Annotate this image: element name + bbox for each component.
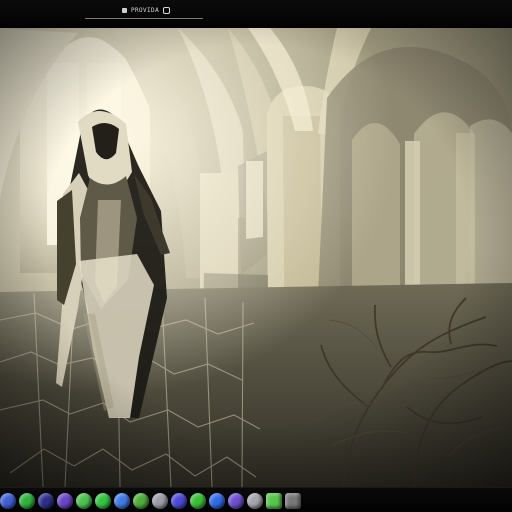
- blue-drop-icon[interactable]: [114, 493, 130, 509]
- gray-orb-icon[interactable]: [152, 493, 168, 509]
- lime-orb-icon[interactable]: [95, 493, 111, 509]
- green-leaf-icon[interactable]: [133, 493, 149, 509]
- blue-orb-icon[interactable]: [0, 493, 16, 509]
- dark-gray-icon[interactable]: [285, 493, 301, 509]
- window-titlebar[interactable]: PROVIDA: [0, 0, 512, 29]
- green-star-icon[interactable]: [190, 493, 206, 509]
- indigo-orb-icon[interactable]: [171, 493, 187, 509]
- image-vignette: [0, 28, 512, 487]
- desktop-screen: PROVIDA: [0, 0, 512, 512]
- taskbar-icon-tray: [0, 492, 301, 510]
- taskbar: [0, 487, 512, 512]
- gothic-hall-image: [0, 28, 512, 487]
- title-underline: [85, 18, 203, 19]
- window-title-group: PROVIDA: [122, 4, 171, 16]
- purple-orb-icon[interactable]: [57, 493, 73, 509]
- green-shell-icon[interactable]: [76, 493, 92, 509]
- image-viewport[interactable]: [0, 28, 512, 487]
- lime-square-icon[interactable]: [266, 493, 282, 509]
- navy-orb-icon[interactable]: [38, 493, 54, 509]
- window-title: PROVIDA: [131, 6, 160, 14]
- square-icon: [122, 7, 127, 13]
- blue-diamond-icon[interactable]: [209, 493, 225, 509]
- gray-sphere-icon[interactable]: [247, 493, 263, 509]
- rounded-square-icon: [163, 6, 171, 14]
- purple-gem-icon[interactable]: [228, 493, 244, 509]
- green-orb-icon[interactable]: [19, 493, 35, 509]
